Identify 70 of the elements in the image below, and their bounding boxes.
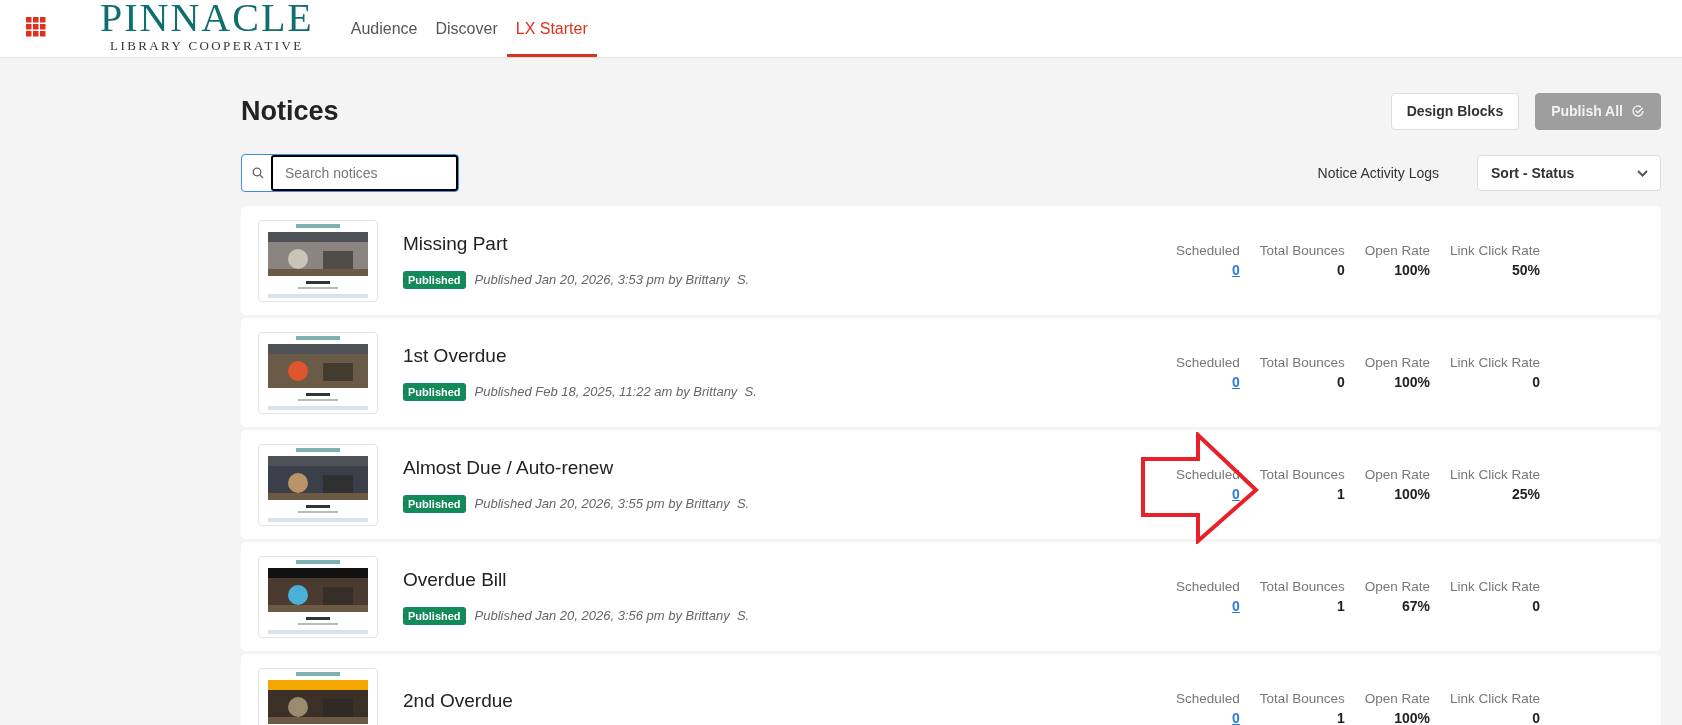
- stat-label: Total Bounces: [1259, 355, 1345, 370]
- stat-label: Open Rate: [1364, 355, 1430, 370]
- stat-value: 0: [1532, 710, 1540, 725]
- stat-label: Scheduled: [1176, 243, 1240, 258]
- stat-label: Link Click Rate: [1449, 243, 1540, 258]
- stat-value: 0: [1336, 374, 1345, 390]
- notice-title: Almost Due / Auto-renew: [403, 456, 615, 479]
- stat-label: Link Click Rate: [1449, 355, 1540, 370]
- stat-link[interactable]: 0: [1232, 374, 1240, 390]
- stat-value: 25%: [1511, 486, 1540, 502]
- sort-dropdown[interactable]: Sort - Status: [1477, 155, 1661, 191]
- stat-label: Total Bounces: [1259, 243, 1345, 258]
- stat-label: Total Bounces: [1259, 579, 1345, 594]
- page-title: Notices: [241, 95, 339, 127]
- stat-value: 0: [1336, 262, 1345, 278]
- status-badge: Published: [403, 382, 466, 401]
- stat-label: Total Bounces: [1259, 691, 1345, 706]
- stat-label: Link Click Rate: [1449, 579, 1540, 594]
- published-text: Published Jan 20, 2026, 3:53 pm by Brittany S.: [474, 272, 750, 287]
- status-badge: Published: [403, 270, 466, 289]
- stat-value: 100%: [1394, 710, 1430, 725]
- stat-value: 1: [1336, 598, 1345, 614]
- published-text: Published Feb 18, 2025, 11:22 am by Brittany S.: [474, 384, 757, 399]
- nav-tab[interactable]: Discover: [426, 0, 507, 57]
- stat-value: 1: [1336, 486, 1345, 502]
- notice-title: Overdue Bill: [403, 568, 508, 591]
- notice-card[interactable]: Overdue Bill Published Published Jan 20, 2026, 3:56 pm by Brittany S. Scheduled 0 Total Bounces 1 Open Rate 67% Link Click Rate 0: [241, 542, 1661, 651]
- stat-link[interactable]: 0: [1232, 598, 1240, 614]
- stat-label: Open Rate: [1364, 579, 1430, 594]
- stat-label: Open Rate: [1364, 691, 1430, 706]
- stat-value: 100%: [1394, 486, 1430, 502]
- search-field[interactable]: Search notices: [241, 154, 459, 192]
- stat-label: Open Rate: [1364, 243, 1430, 258]
- stat-label: Link Click Rate: [1449, 691, 1540, 706]
- notice-title: 2nd Overdue: [403, 689, 514, 712]
- notice-title: Missing Part: [403, 232, 509, 255]
- stat-label: Scheduled: [1176, 691, 1240, 706]
- logo-tagline: LIBRARY COOPERATIVE: [110, 38, 304, 54]
- stat-value: 67%: [1401, 598, 1430, 614]
- check-circle-icon: [1631, 104, 1645, 118]
- design-blocks-button[interactable]: Design Blocks: [1390, 92, 1520, 130]
- chevron-down-icon: [1637, 169, 1648, 177]
- stat-value: 50%: [1511, 262, 1540, 278]
- stat-label: Scheduled: [1176, 355, 1240, 370]
- stat-link[interactable]: 0: [1232, 710, 1240, 725]
- stat-value: 1: [1336, 710, 1345, 725]
- stat-value: 100%: [1394, 374, 1430, 390]
- notice-card[interactable]: 1st Overdue Published Published Feb 18, 2025, 11:22 am by Brittany S. Scheduled 0 Total Bounces 0 Open Rate 100% Link Click Rate 0: [241, 318, 1661, 427]
- stat-value: 0: [1532, 598, 1540, 614]
- stat-label: Link Click Rate: [1449, 467, 1540, 482]
- search-icon: [252, 167, 264, 179]
- stat-value: 100%: [1394, 262, 1430, 278]
- stat-label: Total Bounces: [1259, 467, 1345, 482]
- apps-grid-icon[interactable]: [26, 17, 46, 37]
- published-text: Published Jan 20, 2026, 3:56 pm by Brittany S.: [474, 608, 750, 623]
- stat-link[interactable]: 0: [1232, 262, 1240, 278]
- nav-tab[interactable]: Audience: [341, 0, 427, 57]
- stat-label: Scheduled: [1176, 579, 1240, 594]
- notice-card[interactable]: 2nd Overdue Scheduled 0 Total Bounces 1 Open Rate 100% Link Click Rate 0: [241, 654, 1661, 725]
- activity-logs-link[interactable]: Notice Activity Logs: [1317, 165, 1439, 181]
- logo-name: PINNACLE: [100, 0, 314, 36]
- nav-tab[interactable]: LX Starter: [506, 0, 597, 57]
- status-badge: Published: [403, 494, 466, 513]
- stat-link[interactable]: 0: [1232, 486, 1240, 502]
- published-text: Published Jan 20, 2026, 3:55 pm by Brittany S.: [474, 496, 750, 511]
- status-badge: Published: [403, 606, 466, 625]
- notice-card[interactable]: Missing Part Published Published Jan 20, 2026, 3:53 pm by Brittany S. Scheduled 0 Total Bounces 0 Open Rate 100% Link Click Rate 50%: [241, 206, 1661, 315]
- stat-value: 0: [1532, 374, 1540, 390]
- notice-title: 1st Overdue: [403, 344, 508, 367]
- stat-label: Open Rate: [1364, 467, 1430, 482]
